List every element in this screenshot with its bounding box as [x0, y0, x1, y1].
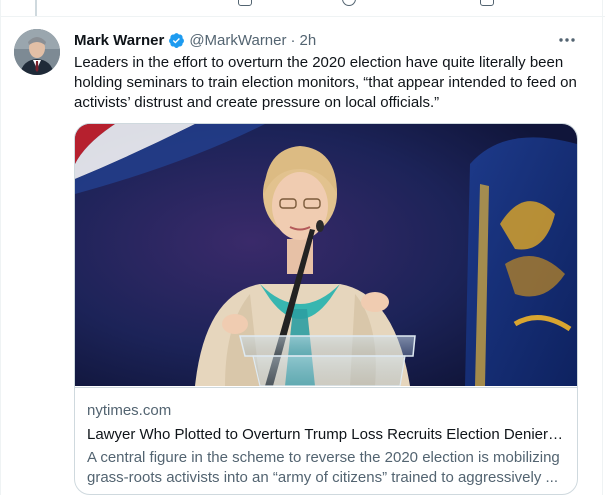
more-options-icon[interactable]: [557, 32, 577, 48]
author-handle[interactable]: @MarkWarner: [189, 32, 286, 49]
header-separator: ·: [290, 31, 296, 49]
avatar[interactable]: [14, 29, 60, 75]
card-body[interactable]: nytimes.com Lawyer Who Plotted to Overtu…: [75, 387, 577, 494]
tweet[interactable]: Mark Warner @MarkWarner · 2h Leaders in …: [0, 17, 605, 495]
tweet-text: Leaders in the effort to overturn the 20…: [74, 54, 577, 111]
link-preview-card[interactable]: nytimes.com Lawyer Who Plotted to Overtu…: [74, 123, 578, 495]
previous-tweet-action-bar: [0, 0, 605, 6]
share-icon[interactable]: [480, 0, 494, 6]
tweet-header: Mark Warner @MarkWarner · 2h: [74, 30, 585, 50]
like-icon[interactable]: [342, 0, 356, 6]
verified-badge-icon: [168, 32, 185, 49]
card-title[interactable]: Lawyer Who Plotted to Overturn Trump Los…: [87, 426, 567, 443]
card-domain: nytimes.com: [87, 402, 172, 419]
card-image[interactable]: [75, 124, 577, 386]
tweet-timestamp[interactable]: 2h: [300, 32, 317, 49]
retweet-icon[interactable]: [238, 0, 252, 6]
thread-connector-line: [35, 0, 37, 16]
author-name[interactable]: Mark Warner: [74, 32, 164, 49]
card-description: A central figure in the scheme to revers…: [87, 449, 560, 486]
